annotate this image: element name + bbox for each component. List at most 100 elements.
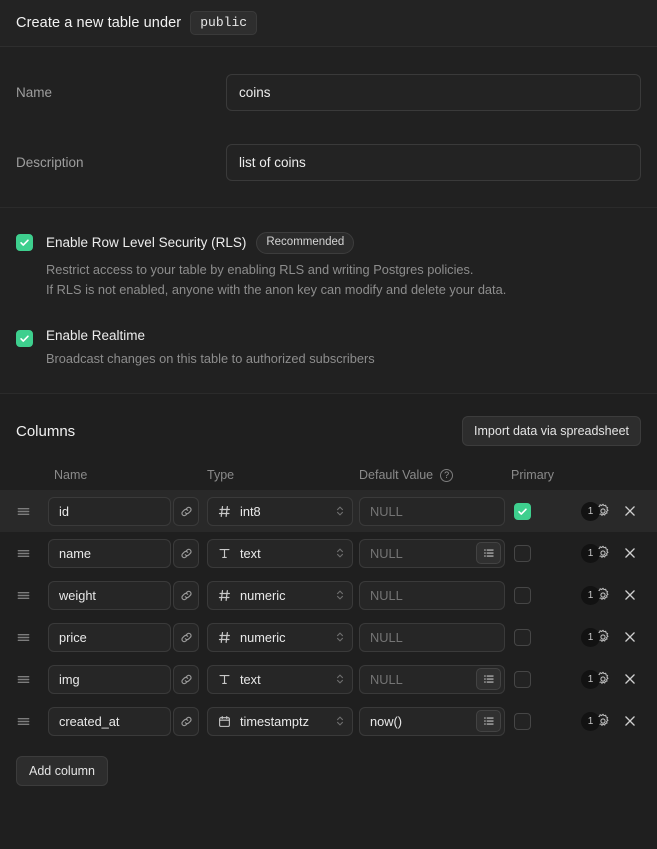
link-icon[interactable] <box>173 706 199 736</box>
column-type-select[interactable]: text <box>207 538 353 568</box>
column-name-input[interactable] <box>48 496 171 526</box>
remove-column-button[interactable] <box>619 668 641 690</box>
column-header-type: Type <box>207 468 235 483</box>
rls-description-line-1: Restrict access to your table by enablin… <box>46 261 474 277</box>
help-icon[interactable]: ? <box>440 468 454 482</box>
link-icon[interactable] <box>173 538 199 568</box>
column-header-default-value: Default Value ? <box>353 468 505 482</box>
drag-handle-icon[interactable] <box>16 714 48 729</box>
column-settings-button[interactable]: 1 <box>581 585 611 605</box>
primary-key-checkbox[interactable] <box>514 586 531 604</box>
create-table-panel: Create a new table under public Name Des… <box>0 0 657 849</box>
column-name-input[interactable] <box>48 538 171 568</box>
settings-count-badge: 1 <box>581 501 600 521</box>
column-type-select[interactable]: timestamptz <box>207 706 353 736</box>
column-actions-cell: 1 <box>567 668 641 690</box>
column-name-input[interactable] <box>48 706 171 736</box>
column-type-cell: text <box>201 664 353 694</box>
add-column-button[interactable]: Add column <box>16 756 109 787</box>
column-primary-cell <box>505 586 567 604</box>
default-value-options-icon[interactable] <box>476 709 501 732</box>
column-actions-cell: 1 <box>567 626 641 648</box>
column-link-cell <box>171 622 201 652</box>
column-name-cell <box>48 580 171 610</box>
hash-icon <box>217 631 232 644</box>
text-icon <box>217 547 232 560</box>
column-default-value-input[interactable] <box>359 496 505 526</box>
name-label: Name <box>16 84 53 100</box>
settings-count-badge: 1 <box>581 543 600 563</box>
column-settings-button[interactable]: 1 <box>581 669 611 689</box>
column-default-value-cell <box>353 580 505 610</box>
rls-recommended-badge: Recommended <box>256 232 355 254</box>
table-row: timestamptz 1 <box>0 700 657 742</box>
import-data-button[interactable]: Import data via spreadsheet <box>462 416 641 447</box>
drag-handle-icon[interactable] <box>16 504 48 519</box>
column-type-select[interactable]: text <box>207 664 353 694</box>
column-actions-cell: 1 <box>567 500 641 522</box>
table-row: text 1 <box>0 532 657 574</box>
default-value-options-icon[interactable] <box>476 541 501 564</box>
remove-column-button[interactable] <box>619 500 641 522</box>
realtime-checkbox[interactable] <box>16 330 33 348</box>
column-settings-button[interactable]: 1 <box>581 501 611 521</box>
column-actions-cell: 1 <box>567 584 641 606</box>
column-type-select[interactable]: numeric <box>207 622 353 652</box>
default-value-options-icon[interactable] <box>476 667 501 690</box>
chevron-updown-icon <box>335 672 345 686</box>
primary-key-checkbox[interactable] <box>514 712 531 730</box>
primary-key-checkbox[interactable] <box>514 628 531 646</box>
remove-column-button[interactable] <box>619 626 641 648</box>
hash-icon <box>217 589 232 602</box>
column-type-cell: numeric <box>201 580 353 610</box>
name-row: Name <box>16 71 641 113</box>
link-icon[interactable] <box>173 622 199 652</box>
link-icon[interactable] <box>173 496 199 526</box>
add-column-wrap: Add column <box>0 742 657 787</box>
column-name-cell <box>48 496 171 526</box>
panel-header: Create a new table under public <box>0 0 657 47</box>
column-settings-button[interactable]: 1 <box>581 711 611 731</box>
column-default-value-input[interactable] <box>359 622 505 652</box>
column-name-input[interactable] <box>48 664 171 694</box>
columns-header: Columns Import data via spreadsheet <box>0 416 657 447</box>
realtime-block: Enable Realtime Broadcast changes on thi… <box>16 328 641 369</box>
primary-key-checkbox[interactable] <box>514 502 531 520</box>
drag-handle-icon[interactable] <box>16 672 48 687</box>
hash-icon <box>217 505 232 518</box>
chevron-updown-icon <box>335 588 345 602</box>
remove-column-button[interactable] <box>619 710 641 732</box>
column-name-input[interactable] <box>48 580 171 610</box>
column-default-value-cell <box>353 706 505 736</box>
table-description-input[interactable] <box>226 143 641 181</box>
column-link-cell <box>171 580 201 610</box>
table-row: int8 1 <box>0 490 657 533</box>
drag-handle-icon[interactable] <box>16 546 48 561</box>
primary-key-checkbox[interactable] <box>514 544 531 562</box>
columns-section: Columns Import data via spreadsheet Name… <box>0 394 657 849</box>
realtime-title-line: Enable Realtime <box>46 328 375 343</box>
column-primary-cell <box>505 544 567 562</box>
drag-handle-icon[interactable] <box>16 630 48 645</box>
drag-handle-icon[interactable] <box>16 588 48 603</box>
remove-column-button[interactable] <box>619 584 641 606</box>
page-title: Create a new table under <box>16 15 182 31</box>
column-settings-button[interactable]: 1 <box>581 543 611 563</box>
column-link-cell <box>171 538 201 568</box>
primary-key-checkbox[interactable] <box>514 670 531 688</box>
column-primary-cell <box>505 712 567 730</box>
remove-column-button[interactable] <box>619 542 641 564</box>
column-name-input[interactable] <box>48 622 171 652</box>
column-primary-cell <box>505 502 567 520</box>
link-icon[interactable] <box>173 580 199 610</box>
rls-checkbox[interactable] <box>16 234 33 251</box>
link-icon[interactable] <box>173 664 199 694</box>
table-name-input[interactable] <box>226 73 641 111</box>
column-type-select[interactable]: int8 <box>207 496 353 526</box>
default-value-header-label: Default Value <box>359 468 434 483</box>
realtime-description: Broadcast changes on this table to autho… <box>46 351 375 367</box>
column-default-value-input[interactable] <box>359 580 505 610</box>
column-settings-button[interactable]: 1 <box>581 627 611 647</box>
column-type-select[interactable]: numeric <box>207 580 353 610</box>
column-link-cell <box>171 664 201 694</box>
